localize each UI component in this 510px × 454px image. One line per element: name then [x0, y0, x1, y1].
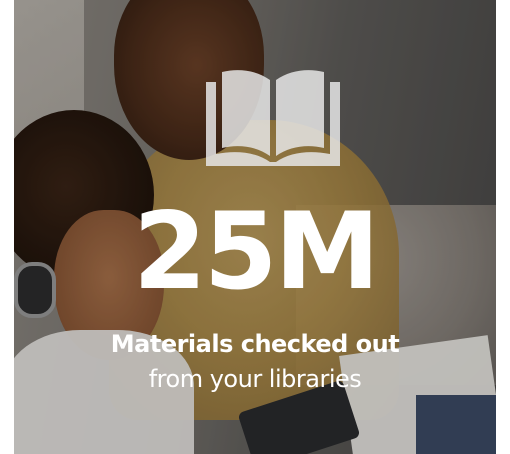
stat-headline: Materials checked out — [110, 330, 400, 358]
stat-subline: from your libraries — [148, 365, 362, 393]
stat-value: 25M — [133, 190, 380, 313]
open-book-icon — [206, 70, 340, 166]
stat-card: 25M Materials checked out from your libr… — [14, 0, 496, 454]
